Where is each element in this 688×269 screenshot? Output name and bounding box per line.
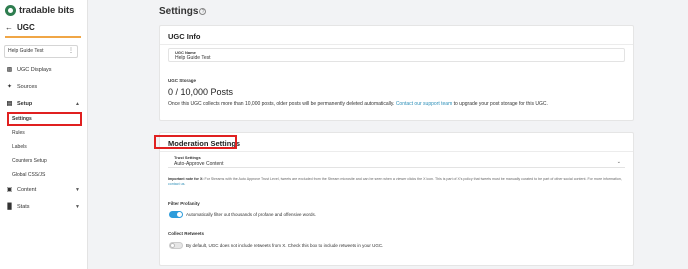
note-bold: Important note for X: xyxy=(168,177,204,181)
filter-profanity-toggle[interactable] xyxy=(169,211,183,218)
sidebar-item-ugc-displays[interactable]: ▩ UGC Displays xyxy=(6,66,52,74)
sidebar: tradable bits ← UGC Help Guide Test ⋮ ▩ … xyxy=(0,0,88,269)
help-icon[interactable]: ? xyxy=(199,8,207,15)
ugc-selector-value: Help Guide Test xyxy=(8,48,44,54)
page-title: Settings ? xyxy=(159,6,207,17)
trust-settings-label: Trust Settings xyxy=(174,155,201,160)
trust-settings-value: Auto-Approve Content xyxy=(174,161,224,167)
chevron-down-icon: ▼ xyxy=(75,186,80,193)
sidebar-item-counters[interactable]: Counters Setup xyxy=(12,158,47,164)
sidebar-item-label: Setup xyxy=(17,100,33,107)
sidebar-item-sources[interactable]: ✦ Sources xyxy=(6,83,38,91)
sidebar-item-setup[interactable]: ▤ Setup ▲ xyxy=(6,100,80,108)
toggle-knob xyxy=(177,212,182,217)
sidebar-item-label: Stats xyxy=(17,203,30,210)
back-label: UGC xyxy=(17,23,35,32)
accent-divider xyxy=(5,36,81,38)
chevron-up-icon: ▲ xyxy=(75,100,80,107)
card-divider xyxy=(160,44,633,45)
setup-icon: ▤ xyxy=(6,101,13,107)
display-icon: ▩ xyxy=(6,67,13,73)
sidebar-item-labels[interactable]: Labels xyxy=(12,144,27,150)
contact-support-link[interactable]: Contact our support team xyxy=(396,101,452,107)
chevron-down-icon: ⌄ xyxy=(616,159,621,165)
storage-note-text-end: to upgrade your post storage for this UG… xyxy=(452,101,548,107)
sidebar-item-global-css[interactable]: Global CSS/JS xyxy=(12,172,45,178)
storage-note-text: Once this UGC collects more than 10,000 … xyxy=(168,101,396,107)
collect-retweets-description: By default, UGC does not include retweet… xyxy=(186,243,384,248)
ugc-name-value: Help Guide Test xyxy=(175,55,211,61)
card-divider xyxy=(160,151,633,152)
sidebar-item-stats[interactable]: █ Stats ▼ xyxy=(6,203,80,210)
storage-note: Once this UGC collects more than 10,000 … xyxy=(168,101,548,107)
sources-icon: ✦ xyxy=(6,84,13,90)
sidebar-item-label: Content xyxy=(17,186,37,193)
ugc-name-field[interactable]: UGC Name Help Guide Test xyxy=(168,48,625,62)
back-to-ugc[interactable]: ← UGC xyxy=(5,23,35,32)
chevron-down-icon: ▼ xyxy=(75,203,80,210)
ugc-info-card: UGC Info UGC Name Help Guide Test UGC St… xyxy=(159,25,634,121)
ugc-info-title: UGC Info xyxy=(168,32,201,41)
brand-logo[interactable]: tradable bits xyxy=(5,3,74,17)
page-title-text: Settings xyxy=(159,6,199,17)
sidebar-item-label: Sources xyxy=(17,83,38,90)
trust-settings-select[interactable]: Trust Settings Auto-Approve Content ⌄ xyxy=(168,154,625,168)
kebab-menu-icon[interactable]: ⋮ xyxy=(68,46,74,57)
note-end: . xyxy=(184,182,186,186)
sidebar-item-content[interactable]: ▣ Content ▼ xyxy=(6,186,80,194)
collect-retweets-toggle[interactable] xyxy=(169,242,183,249)
moderation-highlight-box xyxy=(154,135,237,149)
settings-highlight-box xyxy=(7,112,82,126)
collect-retweets-title: Collect Retweets xyxy=(168,231,205,236)
toggle-knob xyxy=(170,243,175,248)
sidebar-item-label: UGC Displays xyxy=(17,66,52,73)
back-arrow-icon: ← xyxy=(5,23,13,32)
ugc-selector[interactable]: Help Guide Test ⋮ xyxy=(4,45,78,58)
filter-profanity-title: Filter Profanity xyxy=(168,201,200,206)
contact-us-link[interactable]: contact us xyxy=(168,182,184,186)
stats-icon: █ xyxy=(7,203,12,210)
content-icon: ▣ xyxy=(6,187,13,193)
logo-icon xyxy=(5,4,16,16)
ugc-storage-count: 0 / 10,000 Posts xyxy=(168,87,234,97)
note-body: For Streams with the Auto Approve Trust … xyxy=(203,177,622,181)
moderation-settings-card: Moderation Settings Trust Settings Auto-… xyxy=(159,132,634,266)
filter-profanity-description: Automatically filter out thousands of pr… xyxy=(186,212,316,217)
brand-name: tradable bits xyxy=(19,4,75,16)
ugc-storage-label: UGC Storage xyxy=(168,78,197,83)
x-policy-note: Important note for X: For Streams with t… xyxy=(168,177,623,187)
sidebar-item-rules[interactable]: Rules xyxy=(12,130,25,136)
